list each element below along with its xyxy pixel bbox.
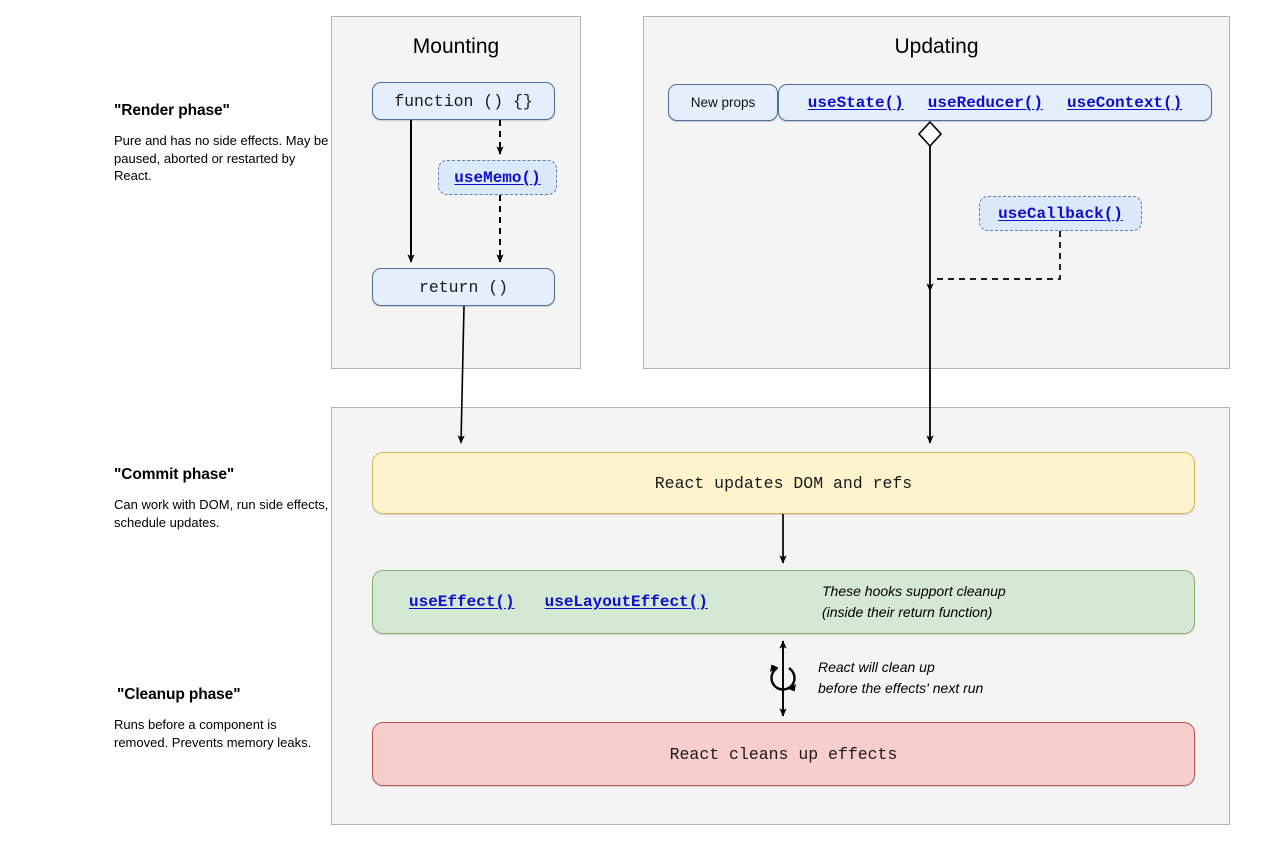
node-return-label: return () — [418, 277, 509, 297]
hook-link-usecontext[interactable]: useContext() — [1067, 94, 1182, 112]
note-react-will-clean-up: React will clean up before the effects' … — [818, 657, 983, 699]
node-new-props-label: New props — [690, 95, 756, 110]
node-react-updates-dom[interactable]: React updates DOM and refs — [372, 452, 1195, 514]
node-function-label: function () {} — [394, 91, 533, 111]
panel-title-updating: Updating — [894, 35, 979, 58]
node-usememo[interactable]: useMemo() — [438, 160, 557, 195]
node-updating-hooks[interactable]: useState() useReducer() useContext() — [778, 84, 1212, 121]
phase-description-render: Pure and has no side effects. May be pau… — [114, 133, 329, 183]
panel-updating: Updating — [643, 16, 1230, 369]
phase-title-commit: "Commit phase" — [114, 466, 235, 483]
node-return-statement[interactable]: return () — [372, 268, 555, 306]
node-effect-hooks[interactable]: useEffect() useLayoutEffect() — [372, 570, 1195, 634]
node-function-declaration[interactable]: function () {} — [372, 82, 555, 120]
phase-label-commit: "Commit phase" Can work with DOM, run si… — [114, 466, 329, 531]
node-react-cleans-up-label: React cleans up effects — [669, 744, 898, 764]
phase-label-render: "Render phase" Pure and has no side effe… — [114, 102, 329, 185]
node-usecallback[interactable]: useCallback() — [979, 196, 1142, 231]
phase-label-cleanup: "Cleanup phase" Runs before a component … — [114, 686, 329, 751]
phase-title-cleanup: "Cleanup phase" — [117, 686, 241, 703]
note-cycle-line-2: before the effects' next run — [818, 680, 984, 696]
hook-link-usememo[interactable]: useMemo() — [454, 169, 540, 187]
diagram-canvas: "Render phase" Pure and has no side effe… — [0, 0, 1280, 845]
phase-title-render: "Render phase" — [114, 102, 230, 119]
note-effects-line-2: (inside their return function) — [822, 604, 993, 620]
note-effects-support-cleanup: These hooks support cleanup (inside thei… — [822, 581, 1006, 623]
phase-description-commit: Can work with DOM, run side effects, sch… — [114, 497, 329, 530]
hook-link-usecallback[interactable]: useCallback() — [998, 205, 1123, 223]
node-new-props[interactable]: New props — [668, 84, 778, 121]
phase-description-cleanup: Runs before a component is removed. Prev… — [114, 717, 312, 750]
node-react-updates-dom-label: React updates DOM and refs — [654, 473, 913, 493]
panel-title-mounting: Mounting — [412, 35, 500, 58]
hook-link-usestate[interactable]: useState() — [808, 94, 904, 112]
hook-link-uselayouteffect[interactable]: useLayoutEffect() — [545, 593, 708, 611]
node-react-cleans-up-effects[interactable]: React cleans up effects — [372, 722, 1195, 786]
note-effects-line-1: These hooks support cleanup — [822, 583, 1006, 599]
hook-link-useeffect[interactable]: useEffect() — [409, 593, 515, 611]
hook-link-usereducer[interactable]: useReducer() — [928, 94, 1043, 112]
note-cycle-line-1: React will clean up — [818, 659, 935, 675]
